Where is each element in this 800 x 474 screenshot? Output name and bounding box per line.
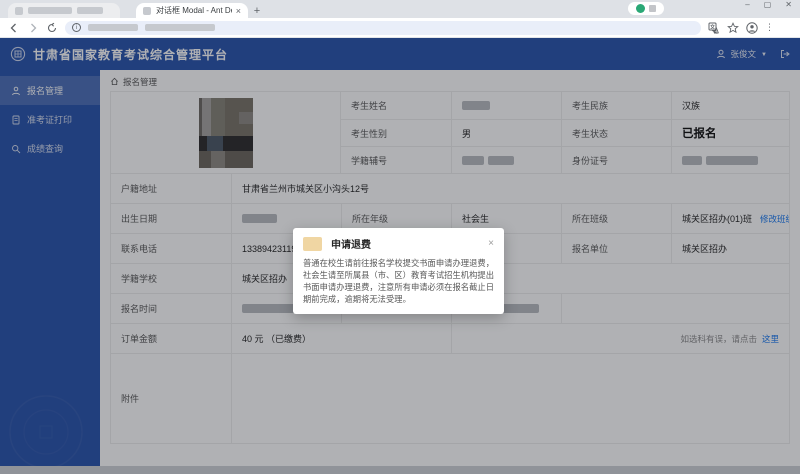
reload-icon[interactable]	[46, 22, 58, 34]
warning-icon	[303, 237, 322, 251]
forward-icon[interactable]	[27, 22, 39, 34]
translate-icon[interactable]	[708, 22, 720, 34]
bookmark-star-icon[interactable]	[727, 22, 739, 34]
url-redacted	[88, 24, 138, 31]
extension-icon-redacted[interactable]	[649, 5, 656, 12]
address-bar[interactable]: i	[65, 21, 701, 35]
tab-redacted[interactable]	[8, 3, 120, 18]
tab-active[interactable]: 对话框 Modal - Ant Design V ×	[136, 3, 248, 18]
extension-icon[interactable]	[636, 4, 645, 13]
tab-title-redacted	[77, 7, 103, 14]
modal-body-text: 普通在校生请前往报名学校提交书面申请办理退费，社会生请至所属县（市、区）教育考试…	[303, 257, 494, 305]
profile-avatar-icon[interactable]	[746, 22, 758, 34]
minimize-icon[interactable]: –	[745, 1, 749, 9]
extension-pill	[628, 2, 664, 15]
window-controls: – ▢ ✕	[745, 1, 792, 9]
favicon-redacted	[15, 7, 23, 15]
browser-menu-icon[interactable]: ⋮	[765, 22, 774, 33]
maximize-icon[interactable]: ▢	[764, 1, 772, 9]
refund-modal: 申请退费 × 普通在校生请前往报名学校提交书面申请办理退费，社会生请至所属县（市…	[293, 228, 504, 314]
tab-close-icon[interactable]: ×	[236, 6, 241, 16]
modal-title: 申请退费	[331, 236, 371, 251]
modal-header: 申请退费 ×	[303, 236, 494, 251]
browser-window: 对话框 Modal - Ant Design V × + – ▢ ✕ i	[0, 0, 800, 474]
tab-strip: 对话框 Modal - Ant Design V × + – ▢ ✕	[0, 0, 800, 18]
back-icon[interactable]	[8, 22, 20, 34]
url-redacted	[145, 24, 215, 31]
tab-title: 对话框 Modal - Ant Design V	[156, 5, 232, 16]
favicon-redacted	[143, 7, 151, 15]
browser-toolbar: i ⋮	[0, 18, 800, 38]
close-icon[interactable]: ✕	[785, 1, 792, 9]
modal-close-icon[interactable]: ×	[488, 239, 494, 249]
page-content: 甘肃省国家教育考试综合管理平台 张俊文 ▼	[0, 38, 800, 474]
page-info-icon[interactable]: i	[72, 23, 81, 32]
new-tab-button[interactable]: +	[248, 3, 266, 18]
tab-title-redacted	[28, 7, 72, 14]
